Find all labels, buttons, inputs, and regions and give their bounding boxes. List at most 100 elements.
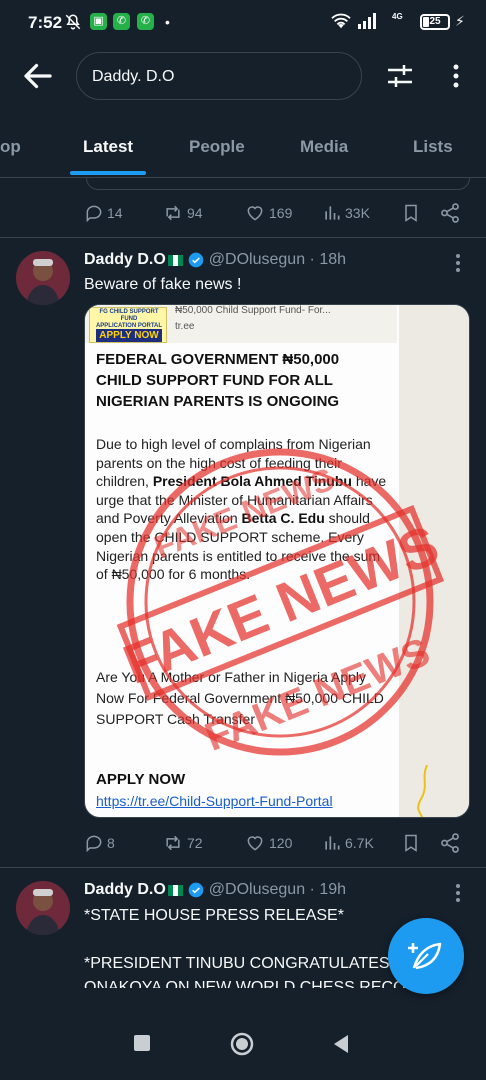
author-handle[interactable]: @DOlusegun — [209, 251, 305, 269]
recents-button[interactable] — [133, 1034, 151, 1057]
bookmark-button[interactable] — [401, 200, 424, 226]
compose-tweet-button[interactable] — [388, 918, 464, 994]
image-link-text: https://tr.ee/Child-Support-Fund-Portal — [96, 793, 333, 809]
tab-latest[interactable]: Latest — [83, 137, 133, 157]
tweet-menu-button[interactable] — [450, 251, 466, 275]
like-count: 169 — [269, 205, 293, 221]
mute-icon — [64, 13, 82, 36]
charging-icon: ⚡ — [455, 13, 465, 29]
tweet-image[interactable]: FG CHILD SUPPORT FUND APPLICATION PORTAL … — [84, 304, 470, 818]
share-button[interactable] — [439, 830, 464, 856]
search-input[interactable]: Daddy. D.O — [76, 52, 362, 100]
author-name[interactable]: Daddy D.O — [84, 881, 166, 899]
reply-icon — [86, 205, 102, 223]
share-icon — [441, 203, 459, 223]
search-query: Daddy. D.O — [92, 68, 175, 85]
views-icon — [325, 206, 340, 220]
nigeria-flag-icon — [167, 884, 183, 896]
thumbnail-apply-label: APPLY NOW — [96, 329, 162, 342]
tab-people[interactable]: People — [189, 137, 245, 157]
tweet-text: Beware of fake news ! — [84, 276, 242, 293]
circle-home-icon — [230, 1032, 254, 1056]
link-domain: tr.ee — [175, 321, 195, 332]
tweet-menu-button[interactable] — [450, 881, 466, 905]
retweet-button[interactable]: 72 — [162, 830, 203, 856]
like-count: 120 — [269, 835, 293, 851]
search-header: Daddy. D.O — [0, 44, 486, 108]
heart-icon — [247, 836, 263, 851]
retweet-count: 72 — [187, 835, 203, 851]
triangle-back-icon — [334, 1035, 348, 1053]
previous-tweet-card[interactable] — [86, 178, 470, 190]
reply-count: 8 — [107, 835, 115, 851]
app-notification-icon: ▣ — [90, 13, 107, 30]
views-button[interactable]: 33K — [322, 200, 370, 226]
time-separator: · — [305, 881, 320, 898]
like-button[interactable]: 120 — [244, 830, 292, 856]
author-handle[interactable]: @DOlusegun — [209, 881, 305, 899]
whatsapp-icon: ✆ — [113, 13, 130, 30]
battery-icon: 25 — [420, 14, 450, 30]
bookmark-button[interactable] — [401, 830, 424, 856]
link-preview-bar: FG CHILD SUPPORT FUND APPLICATION PORTAL … — [85, 305, 397, 343]
kebab-icon — [456, 254, 460, 272]
tab-media[interactable]: Media — [300, 137, 348, 157]
view-count: 6.7K — [345, 835, 374, 851]
status-time: 7:52 — [28, 13, 63, 32]
thumbnail-caption: FG CHILD SUPPORT FUND APPLICATION PORTAL — [95, 309, 163, 329]
retweet-icon — [166, 205, 180, 221]
battery-level: 25 — [429, 16, 441, 27]
tweet-time[interactable]: 19h — [319, 881, 346, 899]
home-button[interactable] — [230, 1032, 254, 1061]
image-headline: FEDERAL GOVERNMENT ₦50,000 CHILD SUPPORT… — [96, 351, 340, 410]
reply-button[interactable]: 8 — [84, 830, 115, 856]
image-apply-heading: APPLY NOW — [96, 771, 186, 788]
nigeria-flag-icon — [167, 254, 183, 266]
kebab-icon — [456, 884, 460, 902]
reply-button[interactable]: 14 — [84, 200, 123, 226]
view-count: 33K — [345, 205, 370, 221]
divider — [0, 237, 486, 238]
divider — [0, 867, 486, 868]
image-body-text: Due to high level of complains from Nige… — [96, 436, 387, 583]
views-icon — [325, 836, 340, 850]
avatar[interactable] — [16, 251, 70, 305]
system-navigation-bar — [0, 1010, 486, 1080]
views-button[interactable]: 6.7K — [322, 830, 374, 856]
feather-plus-icon — [408, 942, 442, 970]
status-bar: 7:52 ▣ ✆ ✆ • 4G 25 ⚡ — [0, 0, 486, 44]
back-nav-button[interactable] — [332, 1034, 350, 1059]
verified-badge-icon — [188, 882, 204, 898]
tweet-time[interactable]: 18h — [319, 251, 346, 269]
more-notifications-dot-icon: • — [165, 14, 170, 30]
tweet-header: Daddy D.O @DOlusegun · 18h — [84, 251, 346, 269]
avatar[interactable] — [16, 881, 70, 935]
profile-photo-icon — [16, 251, 70, 305]
wifi-icon — [330, 12, 352, 35]
retweet-button[interactable]: 94 — [162, 200, 203, 226]
tweet-actions: 8 72 120 6.7K — [84, 830, 464, 856]
profile-photo-icon — [16, 881, 70, 935]
back-button[interactable] — [20, 58, 56, 94]
like-button[interactable]: 169 — [244, 200, 292, 226]
share-button[interactable] — [439, 200, 464, 226]
search-filter-button[interactable] — [384, 60, 416, 92]
link-title: ₦50,000 Child Support Fund- For... — [175, 305, 331, 316]
overflow-menu-button[interactable] — [444, 60, 468, 92]
bookmark-icon — [405, 204, 417, 222]
time-separator: · — [305, 251, 320, 268]
kebab-icon — [453, 64, 459, 88]
author-name[interactable]: Daddy D.O — [84, 251, 166, 269]
retweet-count: 94 — [187, 205, 203, 221]
scribble-mark — [417, 765, 428, 817]
sliders-icon — [388, 65, 412, 87]
share-icon — [441, 833, 459, 853]
tab-lists[interactable]: Lists — [413, 137, 453, 157]
verified-badge-icon — [188, 252, 204, 268]
reply-icon — [86, 835, 102, 853]
tab-top[interactable]: op — [0, 137, 21, 157]
network-type: 4G — [392, 12, 403, 21]
whatsapp-icon: ✆ — [137, 13, 154, 30]
heart-icon — [247, 206, 263, 221]
bookmark-icon — [405, 834, 417, 852]
